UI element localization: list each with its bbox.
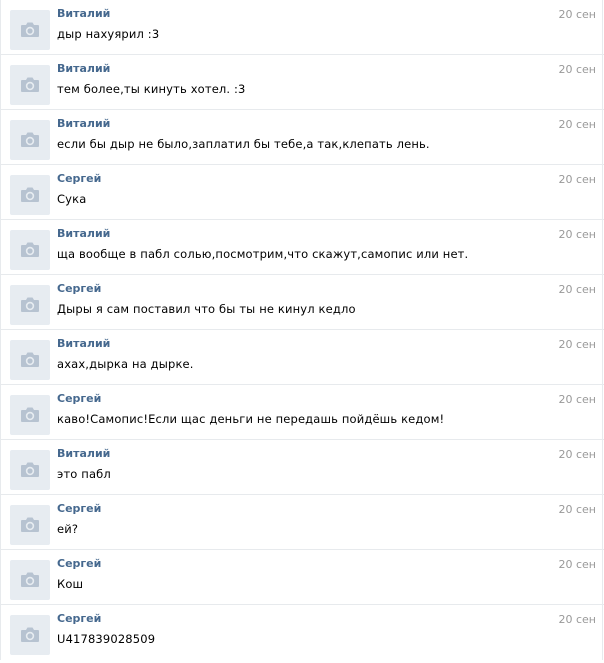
message-date: 20 сен (558, 503, 596, 516)
author-name[interactable]: Сергей (57, 502, 101, 515)
author-name[interactable]: Виталий (57, 117, 110, 130)
message-text: каво!Самопис!Если щас деньги не передашь… (57, 412, 445, 426)
message-text: ахах,дырка на дырке. (57, 357, 194, 371)
message-text: Дыры я сам поставил что бы ты не кинул к… (57, 302, 356, 316)
author-name[interactable]: Сергей (57, 392, 101, 405)
avatar[interactable] (10, 10, 50, 50)
message-text: Сука (57, 192, 87, 206)
message-text: U417839028509 (57, 632, 156, 646)
author-name[interactable]: Виталий (57, 62, 110, 75)
message-list: Виталий 20 сен дыр нахуярил :3 Виталий 2… (0, 0, 604, 660)
message-item[interactable]: Сергей 20 сен каво!Самопис!Если щас день… (0, 385, 604, 440)
camera-icon (21, 132, 39, 147)
author-name[interactable]: Сергей (57, 557, 101, 570)
author-name[interactable]: Виталий (57, 447, 110, 460)
author-name[interactable]: Виталий (57, 7, 110, 20)
message-item[interactable]: Виталий 20 сен ахах,дырка на дырке. (0, 330, 604, 385)
message-text: тем более,ты кинуть хотел. :3 (57, 82, 246, 96)
camera-icon (21, 627, 39, 642)
message-text: это пабл (57, 467, 111, 481)
camera-icon (21, 77, 39, 92)
avatar[interactable] (10, 505, 50, 545)
avatar[interactable] (10, 230, 50, 270)
camera-icon (21, 517, 39, 532)
avatar[interactable] (10, 65, 50, 105)
author-name[interactable]: Сергей (57, 282, 101, 295)
message-text: Кош (57, 577, 84, 591)
camera-icon (21, 352, 39, 367)
author-name[interactable]: Сергей (57, 172, 101, 185)
message-item[interactable]: Виталий 20 сен это пабл (0, 440, 604, 495)
message-date: 20 сен (558, 613, 596, 626)
message-date: 20 сен (558, 558, 596, 571)
avatar[interactable] (10, 615, 50, 655)
avatar[interactable] (10, 285, 50, 325)
message-date: 20 сен (558, 63, 596, 76)
message-text: ща вообще в пабл солью,посмотрим,что ска… (57, 247, 469, 261)
message-text: дыр нахуярил :3 (57, 27, 160, 41)
camera-icon (21, 242, 39, 257)
message-date: 20 сен (558, 173, 596, 186)
message-item[interactable]: Виталий 20 сен если бы дыр не было,запла… (0, 110, 604, 165)
camera-icon (21, 407, 39, 422)
camera-icon (21, 462, 39, 477)
message-date: 20 сен (558, 118, 596, 131)
message-item[interactable]: Виталий 20 сен дыр нахуярил :3 (0, 0, 604, 55)
message-date: 20 сен (558, 338, 596, 351)
message-item[interactable]: Виталий 20 сен тем более,ты кинуть хотел… (0, 55, 604, 110)
avatar[interactable] (10, 340, 50, 380)
avatar[interactable] (10, 175, 50, 215)
camera-icon (21, 572, 39, 587)
message-item[interactable]: Сергей 20 сен Кош (0, 550, 604, 605)
message-item[interactable]: Сергей 20 сен Дыры я сам поставил что бы… (0, 275, 604, 330)
camera-icon (21, 297, 39, 312)
message-item[interactable]: Сергей 20 сен ей? (0, 495, 604, 550)
camera-icon (21, 187, 39, 202)
message-date: 20 сен (558, 228, 596, 241)
camera-icon (21, 22, 39, 37)
message-item[interactable]: Сергей 20 сен Сука (0, 165, 604, 220)
avatar[interactable] (10, 560, 50, 600)
message-date: 20 сен (558, 448, 596, 461)
message-text: если бы дыр не было,заплатил бы тебе,а т… (57, 137, 430, 151)
message-item[interactable]: Сергей 20 сен U417839028509 (0, 605, 604, 660)
message-date: 20 сен (558, 393, 596, 406)
message-date: 20 сен (558, 8, 596, 21)
author-name[interactable]: Сергей (57, 612, 101, 625)
avatar[interactable] (10, 450, 50, 490)
message-item[interactable]: Виталий 20 сен ща вообще в пабл солью,по… (0, 220, 604, 275)
message-text: ей? (57, 522, 79, 536)
author-name[interactable]: Виталий (57, 227, 110, 240)
author-name[interactable]: Виталий (57, 337, 110, 350)
avatar[interactable] (10, 120, 50, 160)
avatar[interactable] (10, 395, 50, 435)
message-date: 20 сен (558, 283, 596, 296)
